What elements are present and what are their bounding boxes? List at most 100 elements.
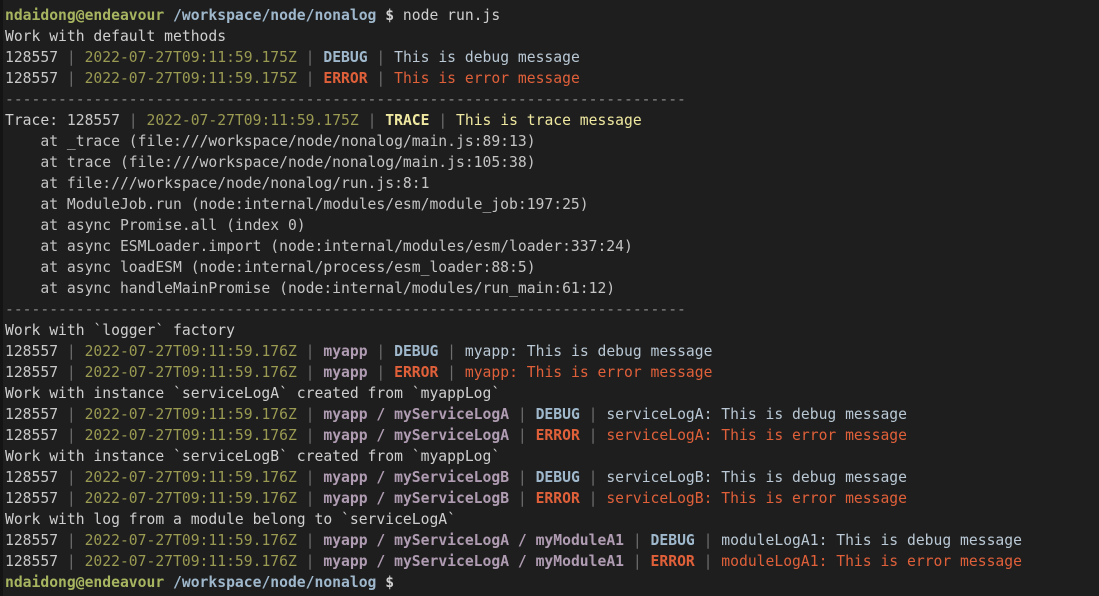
log-pipe: | bbox=[58, 427, 85, 444]
terminal-line-stack-4: at ModuleJob.run (node:internal/modules/… bbox=[5, 194, 1099, 215]
log-level-error: ERROR bbox=[535, 490, 580, 507]
log-timestamp: 2022-07-27T09:11:59.176Z bbox=[84, 343, 297, 360]
log-pipe: | bbox=[296, 553, 324, 570]
stack-frame-text: at async loadESM (node:internal/process/… bbox=[5, 259, 536, 276]
log-namespace: myapp bbox=[323, 343, 368, 360]
log-pipe: | bbox=[296, 427, 324, 444]
log-level-error: ERROR bbox=[650, 553, 695, 570]
log-pipe: | bbox=[438, 364, 465, 381]
log-level-debug: DEBUG bbox=[394, 343, 439, 360]
log-message: myapp: This is debug message bbox=[464, 343, 713, 360]
terminal-line-stack-1: at _trace (file:///workspace/node/nonalo… bbox=[5, 131, 1099, 152]
log-timestamp: 2022-07-27T09:11:59.176Z bbox=[84, 406, 297, 423]
section-heading-text: Work with `logger` factory bbox=[5, 322, 235, 339]
prompt-symbol: $ bbox=[385, 574, 395, 591]
log-pipe: | bbox=[509, 490, 536, 507]
log-pid: 128557 bbox=[5, 70, 59, 87]
log-pipe: | bbox=[58, 490, 85, 507]
terminal-line-section-servicelog-b: Work with instance `serviceLogB` created… bbox=[5, 446, 1099, 467]
shell-prompt-line[interactable]: ndaidong@endeavour /workspace/node/nonal… bbox=[5, 572, 1099, 593]
log-level-error: ERROR bbox=[323, 70, 368, 87]
terminal-line-section-servicelog-a: Work with instance `serviceLogA` created… bbox=[5, 383, 1099, 404]
log-pipe: | bbox=[367, 49, 395, 66]
log-pipe: | bbox=[579, 490, 607, 507]
log-pid: 128557 bbox=[5, 490, 59, 507]
log-pid: 128557 bbox=[5, 469, 59, 486]
log-namespace: myapp / myServiceLogB bbox=[323, 469, 510, 486]
shell-prompt-line[interactable]: ndaidong@endeavour /workspace/node/nonal… bbox=[5, 5, 1099, 26]
prompt-space-2 bbox=[376, 7, 385, 24]
log-pid: 128557 bbox=[66, 112, 120, 129]
stack-frame-text: at ModuleJob.run (node:internal/modules/… bbox=[5, 196, 589, 213]
prompt-user-host: ndaidong@endeavour bbox=[5, 7, 165, 24]
log-pipe: | bbox=[509, 406, 536, 423]
log-timestamp: 2022-07-27T09:11:59.176Z bbox=[84, 532, 297, 549]
terminal-line-log-servicea-error: 128557 | 2022-07-27T09:11:59.176Z | myap… bbox=[5, 425, 1099, 446]
log-pipe: | bbox=[367, 343, 395, 360]
log-pipe: | bbox=[358, 112, 386, 129]
log-message: moduleLogA1: This is debug message bbox=[721, 532, 1022, 549]
log-timestamp: 2022-07-27T09:11:59.176Z bbox=[84, 553, 297, 570]
log-pipe: | bbox=[58, 49, 85, 66]
log-message: This is trace message bbox=[456, 112, 642, 129]
terminal-line-log-default-debug: 128557 | 2022-07-27T09:11:59.175Z | DEBU… bbox=[5, 47, 1099, 68]
log-message: This is error message bbox=[394, 70, 580, 87]
log-pid: 128557 bbox=[5, 406, 59, 423]
log-timestamp: 2022-07-27T09:11:59.175Z bbox=[84, 49, 297, 66]
log-pipe: | bbox=[624, 553, 651, 570]
log-pipe: | bbox=[694, 532, 722, 549]
stack-frame-text: at _trace (file:///workspace/node/nonalo… bbox=[5, 133, 536, 150]
log-pipe: | bbox=[296, 364, 324, 381]
terminal-line-stack-8: at async handleMainPromise (node:interna… bbox=[5, 278, 1099, 299]
section-heading-text: Work with instance `serviceLogB` created… bbox=[5, 448, 501, 465]
log-namespace: myapp / myServiceLogA / myModuleA1 bbox=[323, 532, 625, 549]
log-pipe: | bbox=[296, 406, 324, 423]
section-heading-text: Work with instance `serviceLogA` created… bbox=[5, 385, 501, 402]
log-pid: 128557 bbox=[5, 532, 59, 549]
log-pipe: | bbox=[296, 343, 324, 360]
log-namespace: myapp / myServiceLogA / myModuleA1 bbox=[323, 553, 625, 570]
log-pipe: | bbox=[58, 343, 85, 360]
terminal-line-log-trace-header: Trace: 128557 | 2022-07-27T09:11:59.175Z… bbox=[5, 110, 1099, 131]
terminal-line-log-serviceb-error: 128557 | 2022-07-27T09:11:59.176Z | myap… bbox=[5, 488, 1099, 509]
log-pipe: | bbox=[624, 532, 651, 549]
section-heading-text: Work with default methods bbox=[5, 28, 227, 45]
log-pipe: | bbox=[438, 343, 465, 360]
log-pid: 128557 bbox=[5, 553, 59, 570]
log-pipe: | bbox=[579, 427, 607, 444]
terminal-window[interactable]: ndaidong@endeavour /workspace/node/nonal… bbox=[0, 0, 1099, 596]
prompt-command: node run.js bbox=[394, 7, 501, 24]
log-message: serviceLogA: This is debug message bbox=[606, 406, 907, 423]
prompt-path: /workspace/node/nonalog bbox=[173, 574, 377, 591]
log-pid: 128557 bbox=[5, 364, 59, 381]
terminal-line-stack-3: at file:///workspace/node/nonalog/run.js… bbox=[5, 173, 1099, 194]
log-pipe: | bbox=[296, 70, 324, 87]
log-pipe: | bbox=[296, 469, 324, 486]
log-pipe: | bbox=[694, 553, 722, 570]
terminal-line-log-serviceb-debug: 128557 | 2022-07-27T09:11:59.176Z | myap… bbox=[5, 467, 1099, 488]
log-pid: 128557 bbox=[5, 427, 59, 444]
log-message: serviceLogB: This is debug message bbox=[606, 469, 907, 486]
terminal-output: ndaidong@endeavour /workspace/node/nonal… bbox=[5, 5, 1099, 593]
log-timestamp: 2022-07-27T09:11:59.176Z bbox=[84, 469, 297, 486]
log-level-trace: TRACE bbox=[385, 112, 430, 129]
terminal-line-log-default-error: 128557 | 2022-07-27T09:11:59.175Z | ERRO… bbox=[5, 68, 1099, 89]
log-pipe: | bbox=[58, 70, 85, 87]
log-message: serviceLogA: This is error message bbox=[606, 427, 907, 444]
separator-rule: ----------------------------------------… bbox=[5, 91, 686, 108]
stack-frame-text: at file:///workspace/node/nonalog/run.js… bbox=[5, 175, 430, 192]
terminal-line-stack-5: at async Promise.all (index 0) bbox=[5, 215, 1099, 236]
log-level-debug: DEBUG bbox=[650, 532, 695, 549]
log-pipe: | bbox=[509, 427, 536, 444]
terminal-line-section-logger-factory: Work with `logger` factory bbox=[5, 320, 1099, 341]
terminal-line-log-modulea1-error: 128557 | 2022-07-27T09:11:59.176Z | myap… bbox=[5, 551, 1099, 572]
log-pid: 128557 bbox=[5, 343, 59, 360]
terminal-line-separator-1: ----------------------------------------… bbox=[5, 89, 1099, 110]
log-pipe: | bbox=[119, 112, 147, 129]
log-pipe: | bbox=[296, 49, 324, 66]
trace-prefix: Trace: bbox=[5, 112, 67, 129]
log-pipe: | bbox=[296, 490, 324, 507]
log-message: moduleLogA1: This is error message bbox=[721, 553, 1022, 570]
log-pipe: | bbox=[58, 364, 85, 381]
